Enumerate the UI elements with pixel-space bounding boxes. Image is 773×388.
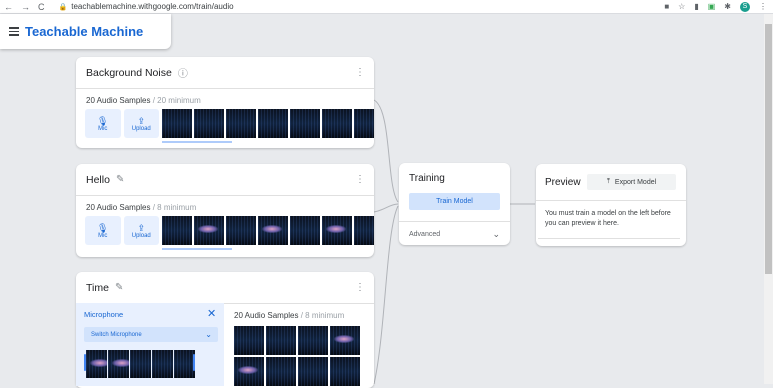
audio-sample	[130, 350, 151, 378]
audio-sample[interactable]	[226, 216, 256, 245]
audio-sample[interactable]	[162, 109, 192, 138]
mic-button[interactable]: 🎙︎ Mic	[85, 216, 121, 245]
app-title[interactable]: Teachable Machine	[25, 24, 143, 39]
sample-count: 20 Audio Samples / 8 minimum	[76, 196, 374, 212]
chevron-down-icon: ⌄	[205, 330, 212, 339]
sample-count: 20 Audio Samples / 8 minimum	[234, 303, 360, 320]
mic-button[interactable]: 🎙︎ Mic	[85, 109, 121, 138]
audio-sample[interactable]	[290, 216, 320, 245]
page-scrollbar[interactable]	[764, 14, 773, 384]
sample-strip[interactable]	[162, 216, 374, 250]
sample-minimum: / 8 minimum	[152, 203, 197, 212]
mic-icon: 🎙︎	[97, 222, 109, 233]
preview-scrollbar[interactable]	[538, 238, 680, 243]
mic-label: Mic	[98, 125, 108, 132]
time-samples: 20 Audio Samples / 8 minimum	[234, 303, 360, 386]
audio-sample[interactable]	[258, 216, 288, 245]
audio-sample	[152, 350, 173, 378]
audio-sample[interactable]	[258, 109, 288, 138]
sample-count-value: 20 Audio Samples	[234, 311, 299, 320]
more-options-icon[interactable]: ⋮	[355, 282, 365, 293]
sample-row: 🎙︎ Mic ⇪ Upload	[76, 105, 374, 143]
mic-icon: 🎙︎	[97, 115, 109, 126]
audio-sample[interactable]	[298, 326, 328, 355]
export-model-label: Export Model	[614, 178, 657, 186]
sample-count-value: 20 Audio Samples	[86, 96, 151, 105]
upload-button[interactable]: ⇪ Upload	[123, 216, 159, 245]
trim-handle-right[interactable]	[193, 354, 195, 371]
audio-sample[interactable]	[226, 109, 256, 138]
sample-minimum: / 20 minimum	[152, 96, 201, 105]
microphone-title: Microphone	[84, 310, 124, 319]
class-name[interactable]: Time	[86, 282, 109, 294]
audio-sample[interactable]	[234, 357, 264, 386]
audio-sample[interactable]	[194, 216, 224, 245]
training-card: Training Train Model Advanced ⌄	[399, 163, 510, 245]
sample-scroll-indicator[interactable]	[162, 141, 232, 143]
advanced-toggle[interactable]: Advanced ⌄	[399, 221, 510, 246]
class-header: Background Noise ⓘ ⋮	[76, 57, 374, 89]
class-name[interactable]: Hello	[86, 174, 110, 186]
menu-icon[interactable]	[9, 27, 19, 36]
recording-waveform	[86, 350, 195, 378]
audio-sample[interactable]	[194, 109, 224, 138]
switch-microphone-select[interactable]: Switch Microphone ⌄	[84, 327, 218, 342]
audio-sample[interactable]	[354, 216, 374, 245]
audio-sample[interactable]	[266, 326, 296, 355]
preview-message: You must train a model on the left befor…	[545, 210, 671, 227]
audio-sample[interactable]	[298, 357, 328, 386]
scrollbar-thumb[interactable]	[765, 24, 772, 274]
more-options-icon[interactable]: ⋮	[355, 67, 365, 78]
audio-sample[interactable]	[330, 357, 360, 386]
upload-icon: ⤒	[606, 178, 610, 185]
export-model-button[interactable]: ⤒ Export Model	[587, 174, 676, 190]
class-header: Time ✎ ⋮	[76, 272, 374, 304]
upload-icon: ⇪	[137, 115, 146, 126]
upload-label: Upload	[131, 125, 151, 132]
advanced-label: Advanced	[409, 230, 441, 238]
microphone-panel: Microphone ✕ Switch Microphone ⌄	[76, 303, 224, 386]
upload-icon: ⇪	[137, 222, 146, 233]
audio-sample	[108, 350, 129, 378]
audio-sample[interactable]	[290, 109, 320, 138]
audio-sample[interactable]	[322, 216, 352, 245]
edit-icon[interactable]: ✎	[115, 282, 123, 293]
audio-sample[interactable]	[322, 109, 352, 138]
close-icon[interactable]: ✕	[207, 307, 216, 320]
edit-icon[interactable]: ✎	[116, 174, 124, 185]
sample-strip[interactable]	[162, 109, 374, 143]
trim-handle-left[interactable]	[84, 354, 86, 371]
upload-button[interactable]: ⇪ Upload	[123, 109, 159, 138]
audio-sample[interactable]	[266, 357, 296, 386]
class-card-time: Time ✎ ⋮ Microphone ✕ Switch Microphone …	[76, 272, 374, 388]
audio-sample[interactable]	[330, 326, 360, 355]
sample-scroll-indicator[interactable]	[162, 248, 232, 250]
mic-label: Mic	[98, 232, 108, 239]
class-card-hello: Hello ✎ ⋮ 20 Audio Samples / 8 minimum 🎙…	[76, 164, 374, 257]
audio-sample	[86, 350, 107, 378]
help-icon[interactable]: ⓘ	[178, 65, 188, 80]
class-card-background-noise: Background Noise ⓘ ⋮ 20 Audio Samples / …	[76, 57, 374, 148]
app-header: Teachable Machine	[0, 14, 171, 49]
preview-card: Preview ⤒ Export Model You must train a …	[536, 164, 686, 246]
class-name[interactable]: Background Noise	[86, 67, 172, 79]
sample-count: 20 Audio Samples / 20 minimum	[76, 89, 374, 105]
more-options-icon[interactable]: ⋮	[355, 174, 365, 185]
audio-sample[interactable]	[354, 109, 374, 138]
training-title: Training	[409, 173, 445, 184]
chevron-down-icon: ⌄	[492, 228, 500, 239]
sample-minimum: / 8 minimum	[300, 311, 345, 320]
audio-sample	[174, 350, 195, 378]
audio-sample[interactable]	[234, 326, 264, 355]
sample-grid	[234, 326, 360, 386]
train-model-button[interactable]: Train Model	[409, 193, 500, 210]
preview-title: Preview	[545, 176, 581, 188]
switch-microphone-label: Switch Microphone	[91, 331, 142, 338]
sample-row: 🎙︎ Mic ⇪ Upload	[76, 212, 374, 250]
upload-label: Upload	[131, 232, 151, 239]
sample-count-value: 20 Audio Samples	[86, 203, 151, 212]
class-header: Hello ✎ ⋮	[76, 164, 374, 196]
preview-header: Preview ⤒ Export Model	[536, 164, 686, 201]
audio-sample[interactable]	[162, 216, 192, 245]
